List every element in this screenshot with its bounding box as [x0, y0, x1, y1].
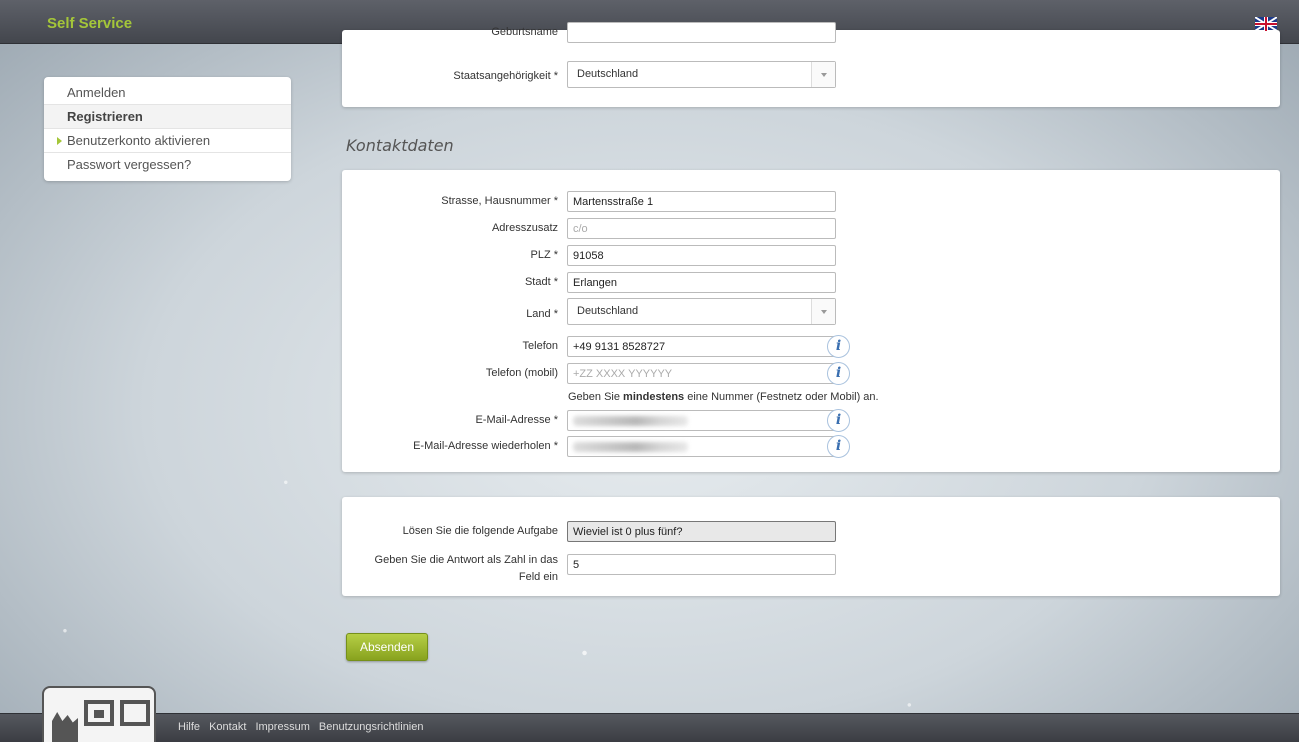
hint-text-pre: Geben Sie [568, 391, 624, 403]
footer-links: Hilfe Kontakt Impressum Benutzungsrichtl… [178, 721, 430, 733]
info-icon[interactable]: i [827, 409, 850, 432]
city-label: Stadt * [524, 276, 558, 288]
address2-row: Adresszusatz [342, 218, 1280, 240]
chevron-down-icon [811, 299, 835, 324]
redacted-email [573, 416, 688, 426]
phone-label: Telefon [522, 340, 558, 352]
zip-label: PLZ * [530, 249, 558, 261]
info-icon[interactable]: i [827, 435, 850, 458]
contact-panel: Strasse, Hausnummer * Adresszusatz PLZ *… [342, 170, 1280, 472]
zip-row: PLZ * [342, 245, 1280, 267]
birthname-label: Geburtsname [491, 26, 558, 38]
personal-data-panel: Geburtsname Staatsangehörigkeit * Deutsc… [342, 22, 1280, 107]
chevron-down-icon [811, 62, 835, 87]
captcha-task-field [567, 521, 836, 542]
city-row: Stadt * [342, 272, 1280, 294]
street-input[interactable] [567, 191, 836, 212]
captcha-answer-row: Geben Sie die Antwort als Zahl in das Fe… [342, 554, 1280, 583]
email-repeat-input[interactable] [567, 436, 836, 457]
country-row: Land * Deutschland [342, 298, 1280, 325]
brand-title[interactable]: Self Service [47, 15, 132, 32]
info-icon[interactable]: i [827, 362, 850, 385]
birthname-input[interactable] [567, 22, 836, 43]
hint-text-post: eine Nummer (Festnetz oder Mobil) an. [684, 391, 879, 403]
footer-link-imprint[interactable]: Impressum [255, 721, 309, 733]
address2-input[interactable] [567, 218, 836, 239]
captcha-panel: Lösen Sie die folgende Aufgabe Geben Sie… [342, 497, 1280, 596]
footer-link-terms[interactable]: Benutzungsrichtlinien [319, 721, 424, 733]
nationality-row: Staatsangehörigkeit * Deutschland [342, 61, 1280, 88]
sidebar-item-forgot-password[interactable]: Passwort vergessen? [44, 153, 291, 177]
submit-button[interactable]: Absenden [346, 633, 428, 661]
university-logo [42, 686, 156, 742]
hint-text-bold: mindestens [623, 391, 685, 403]
uk-flag-icon[interactable] [1255, 17, 1277, 31]
sidebar-nav: Anmelden Registrieren Benutzerkonto akti… [44, 77, 291, 181]
city-input[interactable] [567, 272, 836, 293]
phone-input[interactable] [567, 336, 836, 357]
phone-hint: Geben Sie mindestens eine Nummer (Festne… [568, 391, 879, 403]
captcha-answer-input[interactable] [567, 554, 836, 575]
nationality-select[interactable]: Deutschland [567, 61, 836, 88]
captcha-answer-label: Geben Sie die Antwort als Zahl in das Fe… [374, 554, 558, 583]
email-row: E-Mail-Adresse * i [342, 409, 1280, 432]
street-row: Strasse, Hausnummer * [342, 191, 1280, 213]
sidebar-item-login[interactable]: Anmelden [44, 81, 291, 105]
email-repeat-label: E-Mail-Adresse wiederholen * [413, 440, 558, 452]
street-label: Strasse, Hausnummer * [441, 195, 558, 207]
footer-link-help[interactable]: Hilfe [178, 721, 200, 733]
footer-link-contact[interactable]: Kontakt [209, 721, 246, 733]
mobile-row: Telefon (mobil) i [342, 362, 1280, 385]
info-icon[interactable]: i [827, 335, 850, 358]
country-select[interactable]: Deutschland [567, 298, 836, 325]
country-label: Land * [526, 308, 558, 320]
nationality-value: Deutschland [577, 68, 639, 80]
country-value: Deutschland [577, 305, 639, 317]
email-input[interactable] [567, 410, 836, 431]
sidebar-item-activate-account[interactable]: Benutzerkonto aktivieren [44, 129, 291, 153]
captcha-task-row: Lösen Sie die folgende Aufgabe [342, 521, 1280, 543]
sidebar-item-register[interactable]: Registrieren [44, 105, 291, 129]
email-label: E-Mail-Adresse * [475, 414, 558, 426]
phone-row: Telefon i [342, 335, 1280, 358]
email-repeat-row: E-Mail-Adresse wiederholen * i [342, 435, 1280, 458]
captcha-task-label: Lösen Sie die folgende Aufgabe [402, 525, 558, 537]
nationality-label: Staatsangehörigkeit * [453, 70, 558, 82]
mobile-label: Telefon (mobil) [485, 367, 558, 379]
address2-label: Adresszusatz [491, 222, 558, 234]
redacted-email [573, 442, 688, 452]
zip-input[interactable] [567, 245, 836, 266]
mobile-input[interactable] [567, 363, 836, 384]
birthname-row: Geburtsname [342, 22, 1280, 44]
contact-section-title: Kontaktdaten [346, 136, 454, 155]
